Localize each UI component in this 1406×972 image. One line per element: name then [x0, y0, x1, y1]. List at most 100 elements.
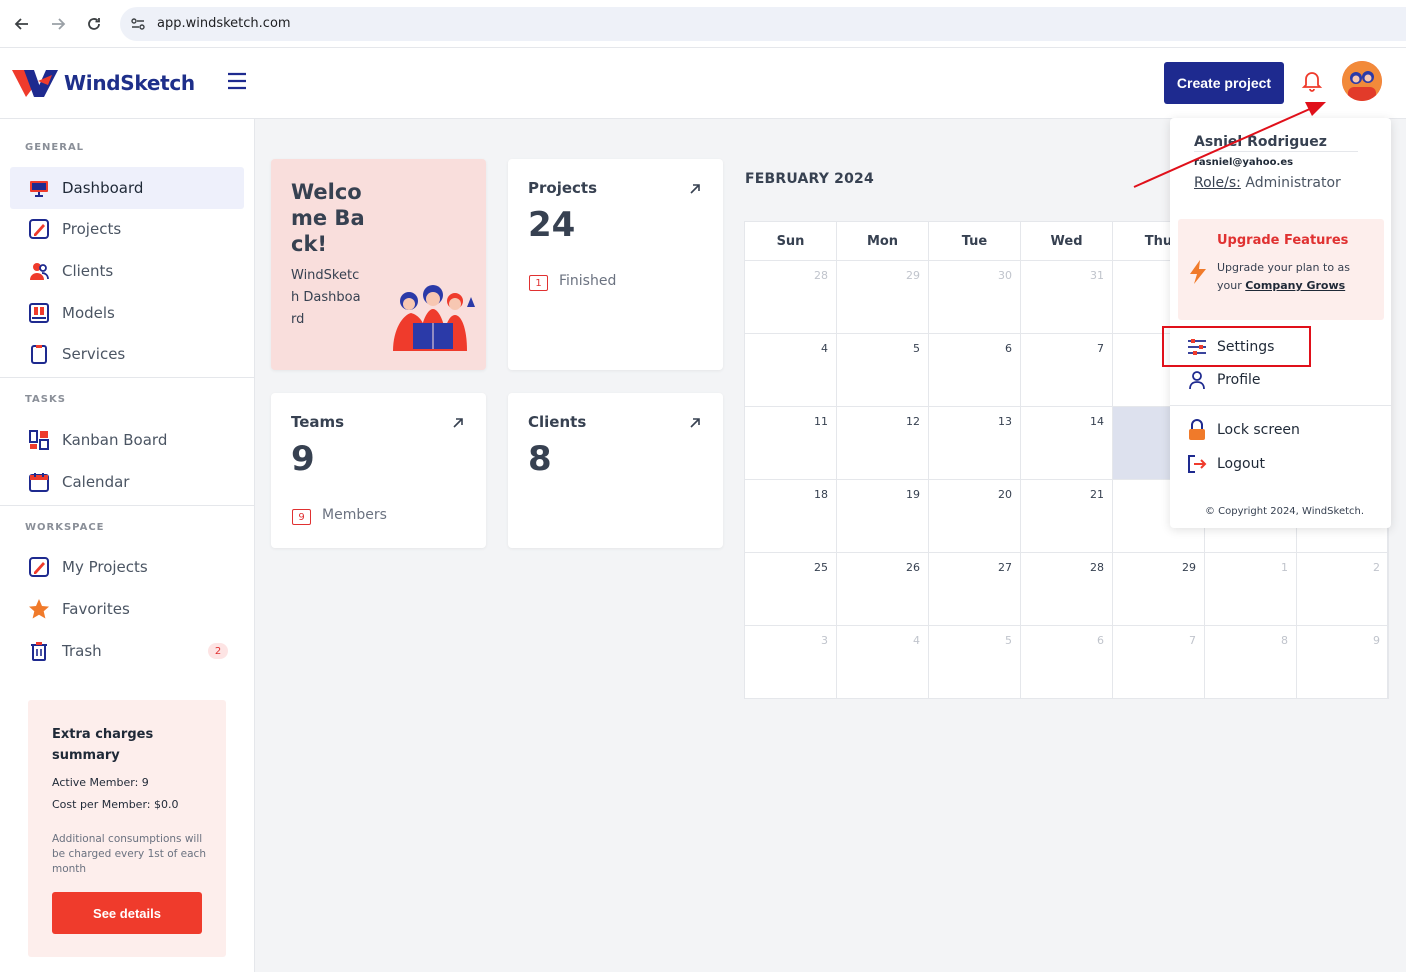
- calendar-day-number: 29: [906, 269, 920, 282]
- finished-label: Finished: [559, 273, 617, 289]
- section-label-tasks: TASKS: [25, 394, 66, 405]
- calendar-day-cell[interactable]: 14: [1021, 407, 1113, 480]
- calendar-day-cell[interactable]: 4: [837, 626, 929, 699]
- calendar-day-number: 11: [814, 415, 828, 428]
- sidebar-item-label: Services: [62, 345, 126, 363]
- see-details-button[interactable]: See details: [52, 892, 202, 934]
- calendar-day-number: 1: [1281, 561, 1288, 574]
- clients-stat-value: 8: [528, 439, 552, 479]
- kanban-icon: [28, 429, 50, 451]
- sidebar-item-models[interactable]: Models: [10, 292, 244, 334]
- calendar-day-cell[interactable]: 1: [1205, 553, 1297, 626]
- calendar-day-cell[interactable]: 21: [1021, 480, 1113, 553]
- projects-stat-card[interactable]: Projects 24 1 Finished: [508, 159, 723, 370]
- browser-toolbar: app.windsketch.com: [0, 0, 1406, 48]
- site-info-icon[interactable]: [130, 16, 146, 32]
- calendar-day-cell[interactable]: 4: [745, 334, 837, 407]
- lock-icon: [1186, 419, 1208, 441]
- upgrade-features-card[interactable]: Upgrade Features Upgrade your plan to as…: [1178, 219, 1384, 320]
- calendar-day-cell[interactable]: 18: [745, 480, 837, 553]
- profile-label: Profile: [1217, 372, 1261, 388]
- calendar-icon: [28, 471, 50, 493]
- bell-icon[interactable]: [1300, 68, 1324, 92]
- external-arrow-icon[interactable]: [452, 417, 464, 429]
- calendar-day-cell[interactable]: 20: [929, 480, 1021, 553]
- calendar-day-number: 7: [1097, 342, 1104, 355]
- calendar-day-cell[interactable]: 28: [1021, 553, 1113, 626]
- calendar-day-cell[interactable]: 19: [837, 480, 929, 553]
- brand-logo[interactable]: WindSketch: [12, 66, 195, 100]
- sidebar-item-calendar[interactable]: Calendar: [10, 461, 244, 503]
- calendar-day-cell[interactable]: 29: [1113, 553, 1205, 626]
- calendar-day-cell[interactable]: 12: [837, 407, 929, 480]
- calendar-day-cell[interactable]: 25: [745, 553, 837, 626]
- calendar-day-cell[interactable]: 5: [929, 626, 1021, 699]
- create-project-button[interactable]: Create project: [1164, 62, 1284, 104]
- menu-item-logout[interactable]: Logout: [1186, 452, 1265, 476]
- calendar-day-cell[interactable]: 31: [1021, 261, 1113, 334]
- sidebar-item-my-projects[interactable]: My Projects: [10, 546, 244, 588]
- external-arrow-icon[interactable]: [689, 417, 701, 429]
- divider: [1170, 405, 1391, 406]
- projects-stat-value: 24: [528, 205, 576, 245]
- calendar-day-number: 6: [1005, 342, 1012, 355]
- calendar-day-number: 12: [906, 415, 920, 428]
- calendar-day-cell[interactable]: 29: [837, 261, 929, 334]
- company-grows-link[interactable]: Company Grows: [1245, 279, 1345, 292]
- calendar-day-number: 4: [913, 634, 920, 647]
- team-illustration-icon: [393, 285, 475, 351]
- sidebar-item-label: Calendar: [62, 473, 130, 491]
- sidebar-item-kanban[interactable]: Kanban Board: [10, 419, 244, 461]
- forward-arrow-icon: [52, 18, 66, 30]
- avatar-illustration-icon: [1342, 61, 1382, 101]
- back-button[interactable]: [10, 12, 34, 36]
- calendar-day-cell[interactable]: 3: [745, 626, 837, 699]
- address-bar[interactable]: app.windsketch.com: [120, 7, 1406, 41]
- menu-item-lock-screen[interactable]: Lock screen: [1186, 418, 1300, 442]
- sidebar-item-favorites[interactable]: Favorites: [10, 588, 244, 630]
- sidebar-item-services[interactable]: Services: [10, 333, 244, 375]
- divider: [0, 505, 255, 506]
- user-icon: [1186, 369, 1208, 391]
- calendar-day-cell[interactable]: 13: [929, 407, 1021, 480]
- sidebar-item-label: Models: [62, 304, 115, 322]
- cost-per-member-text: Cost per Member: $0.0: [52, 798, 179, 811]
- extra-charges-title: Extra charges summary: [52, 727, 154, 763]
- clients-stat-card[interactable]: Clients 8: [508, 393, 723, 548]
- users-icon: [28, 260, 50, 282]
- calendar-month-title: FEBRUARY 2024: [745, 171, 874, 187]
- calendar-day-cell[interactable]: 5: [837, 334, 929, 407]
- teams-stat-card[interactable]: Teams 9 9 Members: [271, 393, 486, 548]
- calendar-day-cell[interactable]: 2: [1297, 553, 1389, 626]
- sidebar-item-projects[interactable]: Projects: [10, 208, 244, 250]
- menu-item-profile[interactable]: Profile: [1186, 368, 1261, 392]
- profile-dropdown: Asniel Rodriguez rasniel@yahoo.es Role/s…: [1170, 118, 1391, 528]
- sidebar-item-clients[interactable]: Clients: [10, 250, 244, 292]
- calendar-day-cell[interactable]: 11: [745, 407, 837, 480]
- calendar-day-cell[interactable]: 7: [1113, 626, 1205, 699]
- reload-button[interactable]: [82, 12, 106, 36]
- sidebar-item-label: My Projects: [62, 558, 148, 576]
- calendar-day-cell[interactable]: 7: [1021, 334, 1113, 407]
- calendar-day-cell[interactable]: 8: [1205, 626, 1297, 699]
- user-email: rasniel@yahoo.es: [1194, 157, 1294, 168]
- calendar-day-cell[interactable]: 9: [1297, 626, 1389, 699]
- sidebar-item-dashboard[interactable]: Dashboard: [10, 167, 244, 209]
- calendar-day-number: 6: [1097, 634, 1104, 647]
- calendar-day-cell[interactable]: 6: [929, 334, 1021, 407]
- user-role: Role/s: Administrator: [1194, 175, 1341, 191]
- external-arrow-icon[interactable]: [689, 183, 701, 195]
- calendar-day-cell[interactable]: 6: [1021, 626, 1113, 699]
- settings-highlight-annotation: [1162, 326, 1311, 367]
- user-avatar[interactable]: [1342, 61, 1382, 101]
- calendar-day-number: 5: [1005, 634, 1012, 647]
- calendar-day-cell[interactable]: 30: [929, 261, 1021, 334]
- menu-icon[interactable]: [226, 72, 248, 90]
- calendar-day-number: 18: [814, 488, 828, 501]
- forward-button[interactable]: [46, 12, 70, 36]
- calendar-day-cell[interactable]: 28: [745, 261, 837, 334]
- book-icon: [28, 302, 50, 324]
- calendar-day-cell[interactable]: 26: [837, 553, 929, 626]
- calendar-day-cell[interactable]: 27: [929, 553, 1021, 626]
- sidebar-item-label: Clients: [62, 262, 114, 280]
